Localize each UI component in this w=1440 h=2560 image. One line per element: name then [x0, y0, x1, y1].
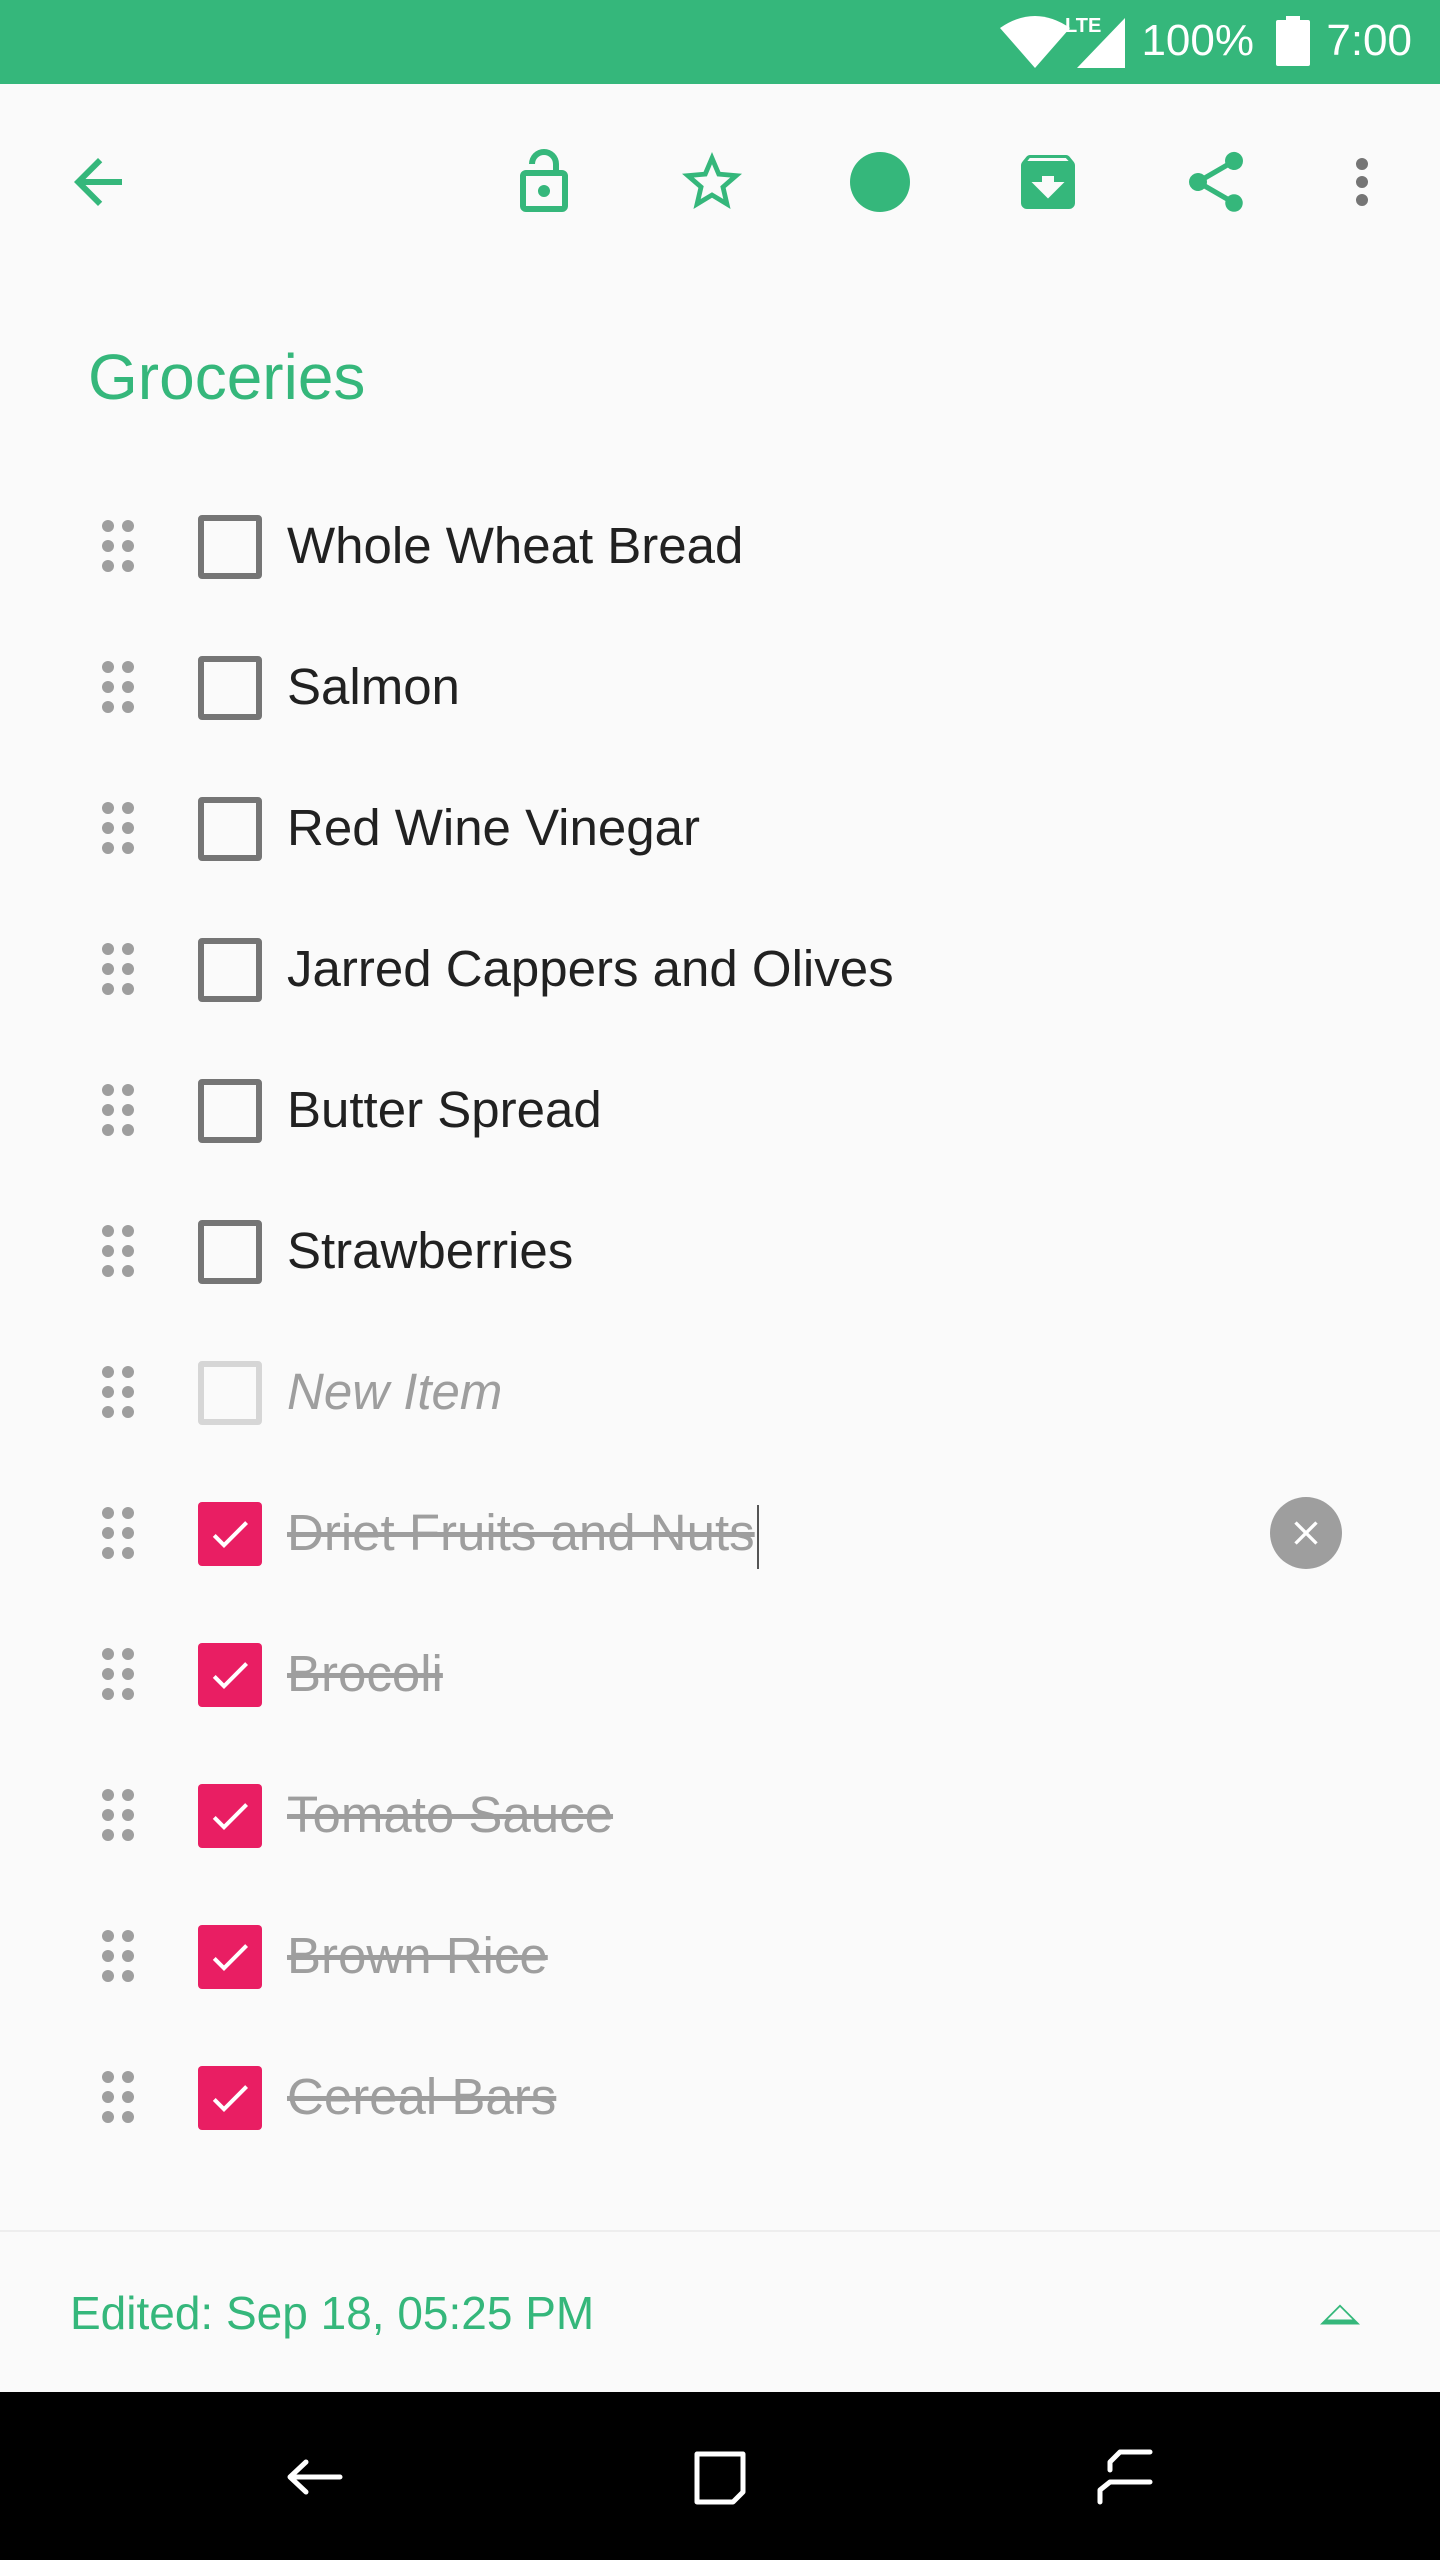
- drag-handle-icon[interactable]: [98, 1362, 138, 1422]
- list-item: Butter Spread: [0, 1040, 1440, 1181]
- nav-home-icon[interactable]: [675, 2432, 765, 2522]
- list-item: Jarred Cappers and Olives: [0, 899, 1440, 1040]
- status-bar: LTE 100% 7:00: [0, 0, 1440, 84]
- lock-icon: [520, 149, 568, 212]
- drag-handle-icon[interactable]: [98, 2067, 138, 2127]
- item-text[interactable]: Salmon: [287, 657, 460, 716]
- item-checkbox-checked[interactable]: [198, 1925, 262, 1989]
- edited-timestamp: Edited: Sep 18, 05:25 PM: [70, 2287, 595, 2339]
- item-text[interactable]: Tomato Sauce: [287, 1785, 613, 1844]
- back-button[interactable]: [50, 134, 146, 230]
- checkmark-icon: [212, 1662, 248, 1689]
- star-icon: [682, 152, 742, 209]
- item-text[interactable]: Brocoli: [287, 1644, 443, 1703]
- list-item: Strawberries: [0, 1181, 1440, 1322]
- item-text[interactable]: Whole Wheat Bread: [287, 516, 743, 575]
- new-item-input[interactable]: New Item: [287, 1362, 502, 1421]
- navigation-bar: [0, 2392, 1440, 2560]
- note-toolbar: [0, 84, 1440, 280]
- drag-handle-icon[interactable]: [98, 657, 138, 717]
- checked-list-item: Driet Fruits and Nuts: [0, 1463, 1440, 1604]
- text-cursor: [756, 1504, 759, 1569]
- item-checkbox[interactable]: [198, 797, 262, 861]
- battery-icon: [1276, 16, 1310, 66]
- nav-back-icon[interactable]: [270, 2432, 360, 2522]
- checkmark-icon: [212, 1944, 248, 1971]
- checked-list-item: Brown Rice: [0, 1886, 1440, 2027]
- item-checkbox[interactable]: [198, 515, 262, 579]
- item-text[interactable]: Strawberries: [287, 1221, 573, 1280]
- item-checkbox-checked[interactable]: [198, 1784, 262, 1848]
- lte-signal-icon: LTE: [1065, 15, 1125, 68]
- item-checkbox-checked[interactable]: [198, 1643, 262, 1707]
- nav-recents-icon[interactable]: [1080, 2432, 1170, 2522]
- drag-handle-icon[interactable]: [98, 1926, 138, 1986]
- item-checkbox[interactable]: [198, 1079, 262, 1143]
- item-text[interactable]: Red Wine Vinegar: [287, 798, 700, 857]
- battery-percent: 100%: [1141, 16, 1254, 65]
- drag-handle-icon[interactable]: [98, 1785, 138, 1845]
- drag-handle-icon[interactable]: [98, 1503, 138, 1563]
- wifi-icon: [1000, 16, 1070, 68]
- checked-list-item: Brocoli: [0, 1604, 1440, 1745]
- new-item-checkbox[interactable]: [198, 1361, 262, 1425]
- item-text: Driet Fruits and Nuts: [287, 1504, 755, 1561]
- drag-handle-icon[interactable]: [98, 939, 138, 999]
- item-checkbox[interactable]: [198, 656, 262, 720]
- share-button[interactable]: [1168, 134, 1264, 230]
- item-text[interactable]: Jarred Cappers and Olives: [287, 939, 894, 998]
- expand-up-icon[interactable]: [1310, 2282, 1370, 2342]
- checked-list-item: Cereal Bars: [0, 2027, 1440, 2168]
- color-button[interactable]: [832, 134, 928, 230]
- archive-icon: [1021, 155, 1075, 209]
- new-item-row: New Item: [0, 1322, 1440, 1463]
- more-vert-icon: [1356, 158, 1368, 206]
- list-item: Red Wine Vinegar: [0, 758, 1440, 899]
- item-checkbox-checked[interactable]: [198, 2066, 262, 2130]
- item-text[interactable]: Butter Spread: [287, 1080, 602, 1139]
- drag-handle-icon[interactable]: [98, 1221, 138, 1281]
- list-item: Salmon: [0, 617, 1440, 758]
- note-title[interactable]: Groceries: [88, 340, 365, 414]
- drag-handle-icon[interactable]: [98, 798, 138, 858]
- drag-handle-icon[interactable]: [98, 1080, 138, 1140]
- item-text[interactable]: Cereal Bars: [287, 2067, 556, 2126]
- archive-button[interactable]: [1000, 134, 1096, 230]
- checkmark-icon: [212, 2085, 248, 2112]
- item-checkbox[interactable]: [198, 1220, 262, 1284]
- more-options-button[interactable]: [1314, 134, 1410, 230]
- checked-list-item: Tomato Sauce: [0, 1745, 1440, 1886]
- favorite-button[interactable]: [664, 134, 760, 230]
- note-footer: Edited: Sep 18, 05:25 PM: [0, 2230, 1440, 2392]
- clock: 7:00: [1326, 16, 1412, 65]
- color-circle-icon: [850, 152, 910, 212]
- svg-text:LTE: LTE: [1065, 15, 1101, 37]
- item-checkbox[interactable]: [198, 938, 262, 1002]
- checkmark-icon: [212, 1521, 248, 1548]
- lock-button[interactable]: [496, 134, 592, 230]
- back-arrow-icon: [74, 158, 122, 206]
- drag-handle-icon[interactable]: [98, 1644, 138, 1704]
- item-text[interactable]: Brown Rice: [287, 1926, 548, 1985]
- item-text-editing[interactable]: Driet Fruits and Nuts: [287, 1503, 759, 1569]
- item-checkbox-checked[interactable]: [198, 1502, 262, 1566]
- checklist: Whole Wheat Bread Salmon Red Wine Vinega…: [0, 476, 1440, 2168]
- list-item: Whole Wheat Bread: [0, 476, 1440, 617]
- checkmark-icon: [212, 1803, 248, 1830]
- remove-item-button[interactable]: [1270, 1497, 1342, 1569]
- share-icon: [1188, 151, 1244, 212]
- close-icon: [1294, 1521, 1318, 1545]
- drag-handle-icon[interactable]: [98, 516, 138, 576]
